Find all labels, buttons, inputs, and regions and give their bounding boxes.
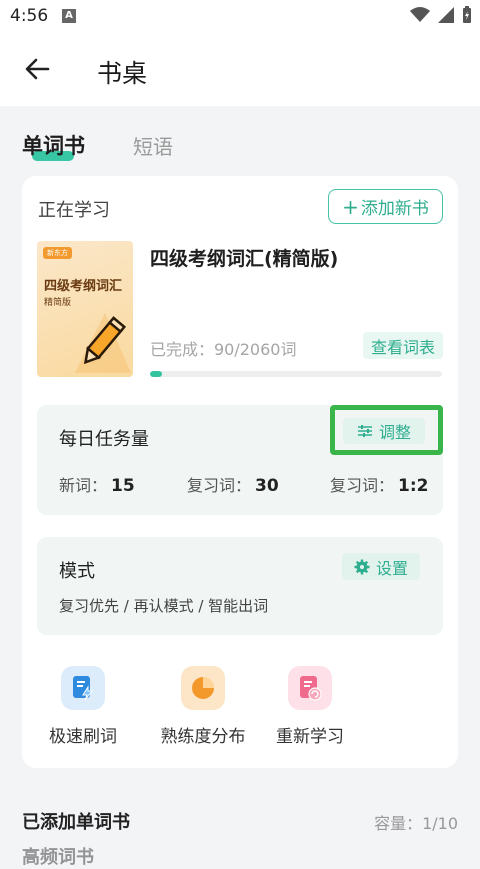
ratio-label: 复习词： <box>330 476 395 495</box>
pie-chart-icon <box>181 666 225 710</box>
mode-description: 复习优先 / 再认模式 / 智能出词 <box>59 597 269 615</box>
sliders-icon <box>357 425 372 437</box>
daily-task-panel: 每日任务量 调整 新词： 15 复习词： 30 复习词： 1:2 <box>37 405 443 515</box>
daily-task-title: 每日任务量 <box>59 429 149 450</box>
mode-title: 模式 <box>59 561 95 582</box>
ratio-value: 1:2 <box>398 476 429 496</box>
ratio-stat: 复习词： 1:2 <box>330 472 428 496</box>
new-words-label: 新词： <box>59 476 108 495</box>
restart-learning-action[interactable]: 重新学习 <box>255 666 365 747</box>
plus-icon: + <box>342 194 359 219</box>
status-bar: 4:56 A <box>0 0 480 34</box>
pencil-icon <box>75 313 131 373</box>
capacity-text: 容量：1/10 <box>374 814 458 833</box>
proficiency-distribution-action[interactable]: 熟练度分布 <box>148 666 258 747</box>
new-words-stat: 新词： 15 <box>59 472 135 496</box>
cover-title: 四级考纲词汇 <box>44 279 123 294</box>
adjust-button[interactable]: 调整 <box>343 418 425 444</box>
proficiency-distribution-label: 熟练度分布 <box>160 727 246 747</box>
gear-icon <box>354 559 370 574</box>
battery-icon <box>463 6 471 23</box>
fast-review-icon <box>61 666 105 710</box>
review-words-stat: 复习词： 30 <box>187 472 279 496</box>
cover-subtitle: 精简版 <box>44 298 72 308</box>
main-card: 正在学习 + 添加新书 新东方 四级考纲词汇 精简版 四级考纲词汇(精简版) 已… <box>22 176 458 768</box>
status-time: 4:56 <box>10 6 49 26</box>
book-title: 四级考纲词汇(精简版) <box>150 248 339 270</box>
signal-icon <box>438 7 454 23</box>
notification-icon: A <box>62 9 76 23</box>
mode-settings-button[interactable]: 设置 <box>342 553 420 580</box>
restart-learning-label: 重新学习 <box>276 727 344 747</box>
review-words-value: 30 <box>255 476 279 496</box>
tab-bar: 单词书 短语 <box>0 106 480 172</box>
book-cover[interactable]: 新东方 四级考纲词汇 精简版 <box>37 241 133 377</box>
tab-phrases[interactable]: 短语 <box>133 131 173 160</box>
restart-icon <box>288 666 332 710</box>
status-icons <box>410 6 472 24</box>
back-arrow-icon[interactable] <box>22 54 52 84</box>
mode-panel: 模式 设置 复习优先 / 再认模式 / 智能出词 <box>37 537 443 635</box>
settings-label: 设置 <box>375 558 408 578</box>
app-bar: 书桌 <box>0 34 480 106</box>
adjust-label: 调整 <box>378 423 411 442</box>
view-word-list-button[interactable]: 查看词表 <box>363 332 443 359</box>
added-wordbooks-title: 已添加单词书 <box>22 812 130 833</box>
add-book-button[interactable]: + 添加新书 <box>328 189 443 224</box>
fast-review-label: 极速刷词 <box>49 727 117 747</box>
progress-bar <box>150 371 442 377</box>
cover-tag: 新东方 <box>43 247 72 259</box>
currently-learning-label: 正在学习 <box>38 200 110 221</box>
add-book-label: 添加新书 <box>360 199 429 219</box>
new-words-value: 15 <box>111 476 135 496</box>
wifi-icon <box>410 7 430 22</box>
page-title: 书桌 <box>97 59 148 88</box>
review-words-label: 复习词： <box>187 476 252 495</box>
fast-review-action[interactable]: 极速刷词 <box>28 666 138 747</box>
adjust-highlight-box: 调整 <box>330 405 443 455</box>
progress-text: 已完成：90/2060词 <box>150 340 297 359</box>
partial-next-item: 高频词书 <box>22 847 94 868</box>
progress-fill <box>150 371 162 377</box>
tab-wordbook[interactable]: 单词书 <box>22 130 85 160</box>
